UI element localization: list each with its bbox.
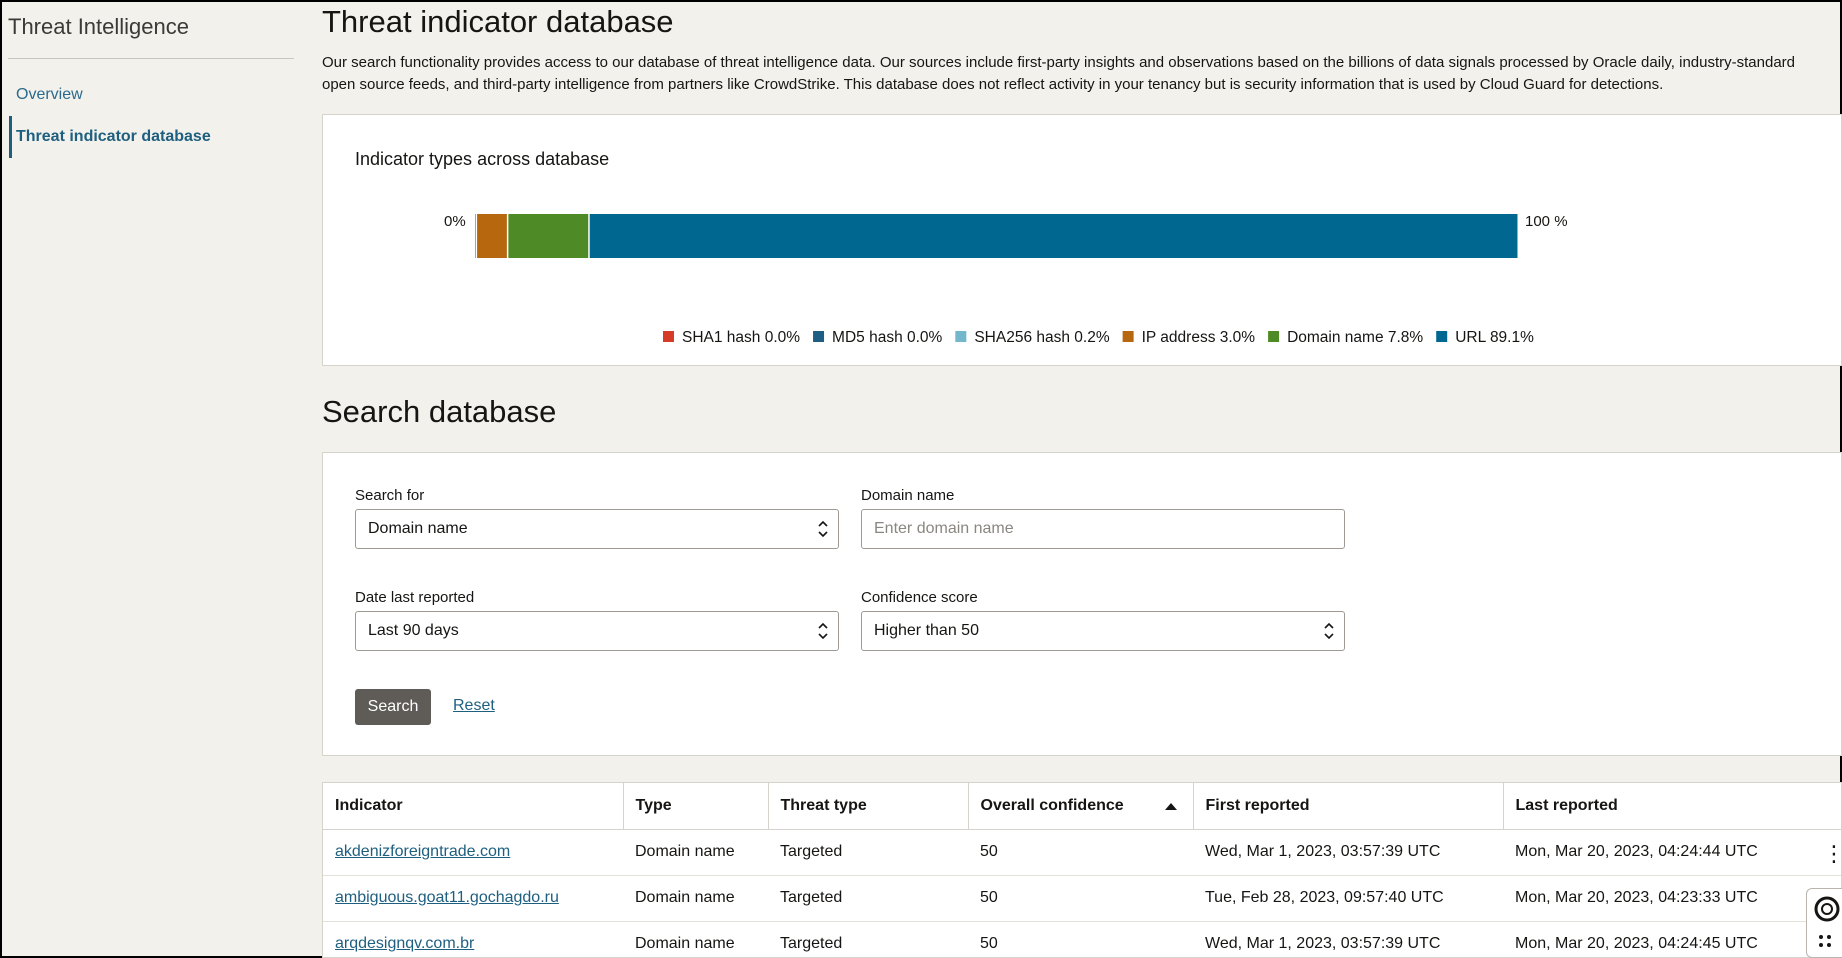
sidebar-item-threat-indicator-database[interactable]: Threat indicator database xyxy=(16,128,211,146)
indicator-link[interactable]: akdenizforeigntrade.com xyxy=(335,843,510,860)
sidebar: Threat Intelligence Overview Threat indi… xyxy=(2,2,294,956)
date-last-reported-label: Date last reported xyxy=(355,589,475,606)
legend-label-ip-address: IP address 3.0% xyxy=(1142,329,1256,346)
legend-label-url: URL 89.1% xyxy=(1455,329,1534,346)
cell-threat-type: Targeted xyxy=(768,875,968,922)
kebab-menu-icon[interactable]: ⋮ xyxy=(1823,843,1842,865)
sidebar-divider xyxy=(8,58,294,59)
cell-indicator: ambiguous.goat11.gochagdo.ru xyxy=(323,875,623,922)
domain-name-placeholder: Enter domain name xyxy=(874,520,1014,537)
cell-confidence: 50 xyxy=(968,921,1193,957)
table-row: arqdesignqv.com.br Domain name Targeted … xyxy=(323,921,1841,957)
table-row: akdenizforeigntrade.com Domain name Targ… xyxy=(323,829,1841,876)
legend-swatch-md5-hash xyxy=(813,331,825,342)
search-form-card: Search for Domain name Domain name Enter… xyxy=(322,452,1842,756)
table-header-row: Indicator Type Threat type Overall confi… xyxy=(323,783,1841,830)
indicator-link[interactable]: ambiguous.goat11.gochagdo.ru xyxy=(335,889,559,906)
legend-swatch-ip-address xyxy=(1122,331,1134,342)
column-header-last-reported[interactable]: Last reported xyxy=(1503,783,1841,830)
sort-ascending-icon[interactable] xyxy=(1164,803,1177,810)
help-lifebuoy-icon xyxy=(1814,896,1840,947)
confidence-score-label: Confidence score xyxy=(861,589,978,606)
table-row: ambiguous.goat11.gochagdo.ru Domain name… xyxy=(323,875,1841,922)
cell-indicator: arqdesignqv.com.br xyxy=(323,921,623,957)
select-chevron-icon xyxy=(1324,622,1334,640)
sidebar-title: Threat Intelligence xyxy=(8,14,189,39)
cell-threat-type: Targeted xyxy=(768,829,968,876)
page-title: Threat indicator database xyxy=(322,4,674,39)
reset-link[interactable]: Reset xyxy=(453,697,495,715)
sidebar-active-indicator xyxy=(9,116,12,158)
cell-first-reported: Wed, Mar 1, 2023, 03:57:39 UTC xyxy=(1193,921,1503,957)
column-header-first-reported[interactable]: First reported xyxy=(1193,783,1504,830)
cell-last-reported: Mon, Mar 20, 2023, 04:24:45 UTC xyxy=(1503,921,1841,957)
indicator-link[interactable]: arqdesignqv.com.br xyxy=(335,935,474,952)
search-heading: Search database xyxy=(322,394,557,429)
bar-segment-ip-address xyxy=(477,214,507,258)
cell-first-reported: Tue, Feb 28, 2023, 09:57:40 UTC xyxy=(1193,875,1503,922)
search-for-value: Domain name xyxy=(368,520,468,537)
legend-swatch-domain-name xyxy=(1268,331,1280,342)
bar-segment-url xyxy=(589,214,1518,258)
axis-max-label: 100 % xyxy=(1525,213,1568,230)
domain-name-label: Domain name xyxy=(861,487,955,504)
column-header-type[interactable]: Type xyxy=(623,783,769,830)
date-last-reported-select[interactable]: Last 90 days xyxy=(355,611,839,651)
column-header-threat-type[interactable]: Threat type xyxy=(768,783,969,830)
bar-segment-domain-name xyxy=(508,214,589,258)
date-last-reported-value: Last 90 days xyxy=(368,622,459,639)
confidence-score-select[interactable]: Higher than 50 xyxy=(861,611,1345,651)
column-header-indicator[interactable]: Indicator xyxy=(323,783,624,830)
legend-swatch-sha256-hash xyxy=(955,331,967,342)
cell-threat-type: Targeted xyxy=(768,921,968,957)
domain-name-input[interactable]: Enter domain name xyxy=(861,509,1345,549)
legend-label-md5-hash: MD5 hash 0.0% xyxy=(832,329,942,346)
select-chevron-icon xyxy=(818,520,828,538)
sidebar-item-overview[interactable]: Overview xyxy=(16,86,83,104)
legend-label-sha1-hash: SHA1 hash 0.0% xyxy=(682,329,800,346)
help-widget[interactable] xyxy=(1806,888,1842,958)
cell-last-reported: Mon, Mar 20, 2023, 04:23:33 UTC xyxy=(1503,875,1841,922)
select-chevron-icon xyxy=(818,622,828,640)
indicator-types-chart-card: Indicator types across database 0% 100 % S… xyxy=(322,114,1842,366)
legend-label-domain-name: Domain name 7.8% xyxy=(1287,329,1423,346)
cell-last-reported: Mon, Mar 20, 2023, 04:24:44 UTC xyxy=(1503,829,1841,876)
results-table: Indicator Type Threat type Overall confi… xyxy=(322,782,1842,958)
legend-swatch-sha1-hash xyxy=(663,331,674,342)
cell-indicator: akdenizforeigntrade.com xyxy=(323,829,623,876)
cell-confidence: 50 xyxy=(968,875,1193,922)
cell-confidence: 50 xyxy=(968,829,1193,876)
cell-type: Domain name xyxy=(623,875,768,922)
search-for-label: Search for xyxy=(355,487,425,504)
search-for-select[interactable]: Domain name xyxy=(355,509,839,549)
cell-first-reported: Wed, Mar 1, 2023, 03:57:39 UTC xyxy=(1193,829,1503,876)
confidence-score-value: Higher than 50 xyxy=(874,622,979,639)
cell-type: Domain name xyxy=(623,829,768,876)
column-header-overall-confidence-label: Overall confidence xyxy=(980,796,1124,814)
axis-min-label: 0% xyxy=(444,213,466,230)
legend-swatch-url xyxy=(1436,331,1448,342)
cell-type: Domain name xyxy=(623,921,768,957)
indicator-types-chart: 0% 100 % SHA1 hash 0.0% MD5 hash 0.0% SHA256… xyxy=(444,213,1568,346)
column-header-overall-confidence[interactable]: Overall confidence xyxy=(968,783,1194,830)
page-description: Our search functionality provides access… xyxy=(322,54,1796,93)
bar-segment-sha256-hash xyxy=(475,214,476,258)
legend-label-sha256-hash: SHA256 hash 0.2% xyxy=(974,329,1110,346)
search-button[interactable]: Search xyxy=(355,689,431,725)
